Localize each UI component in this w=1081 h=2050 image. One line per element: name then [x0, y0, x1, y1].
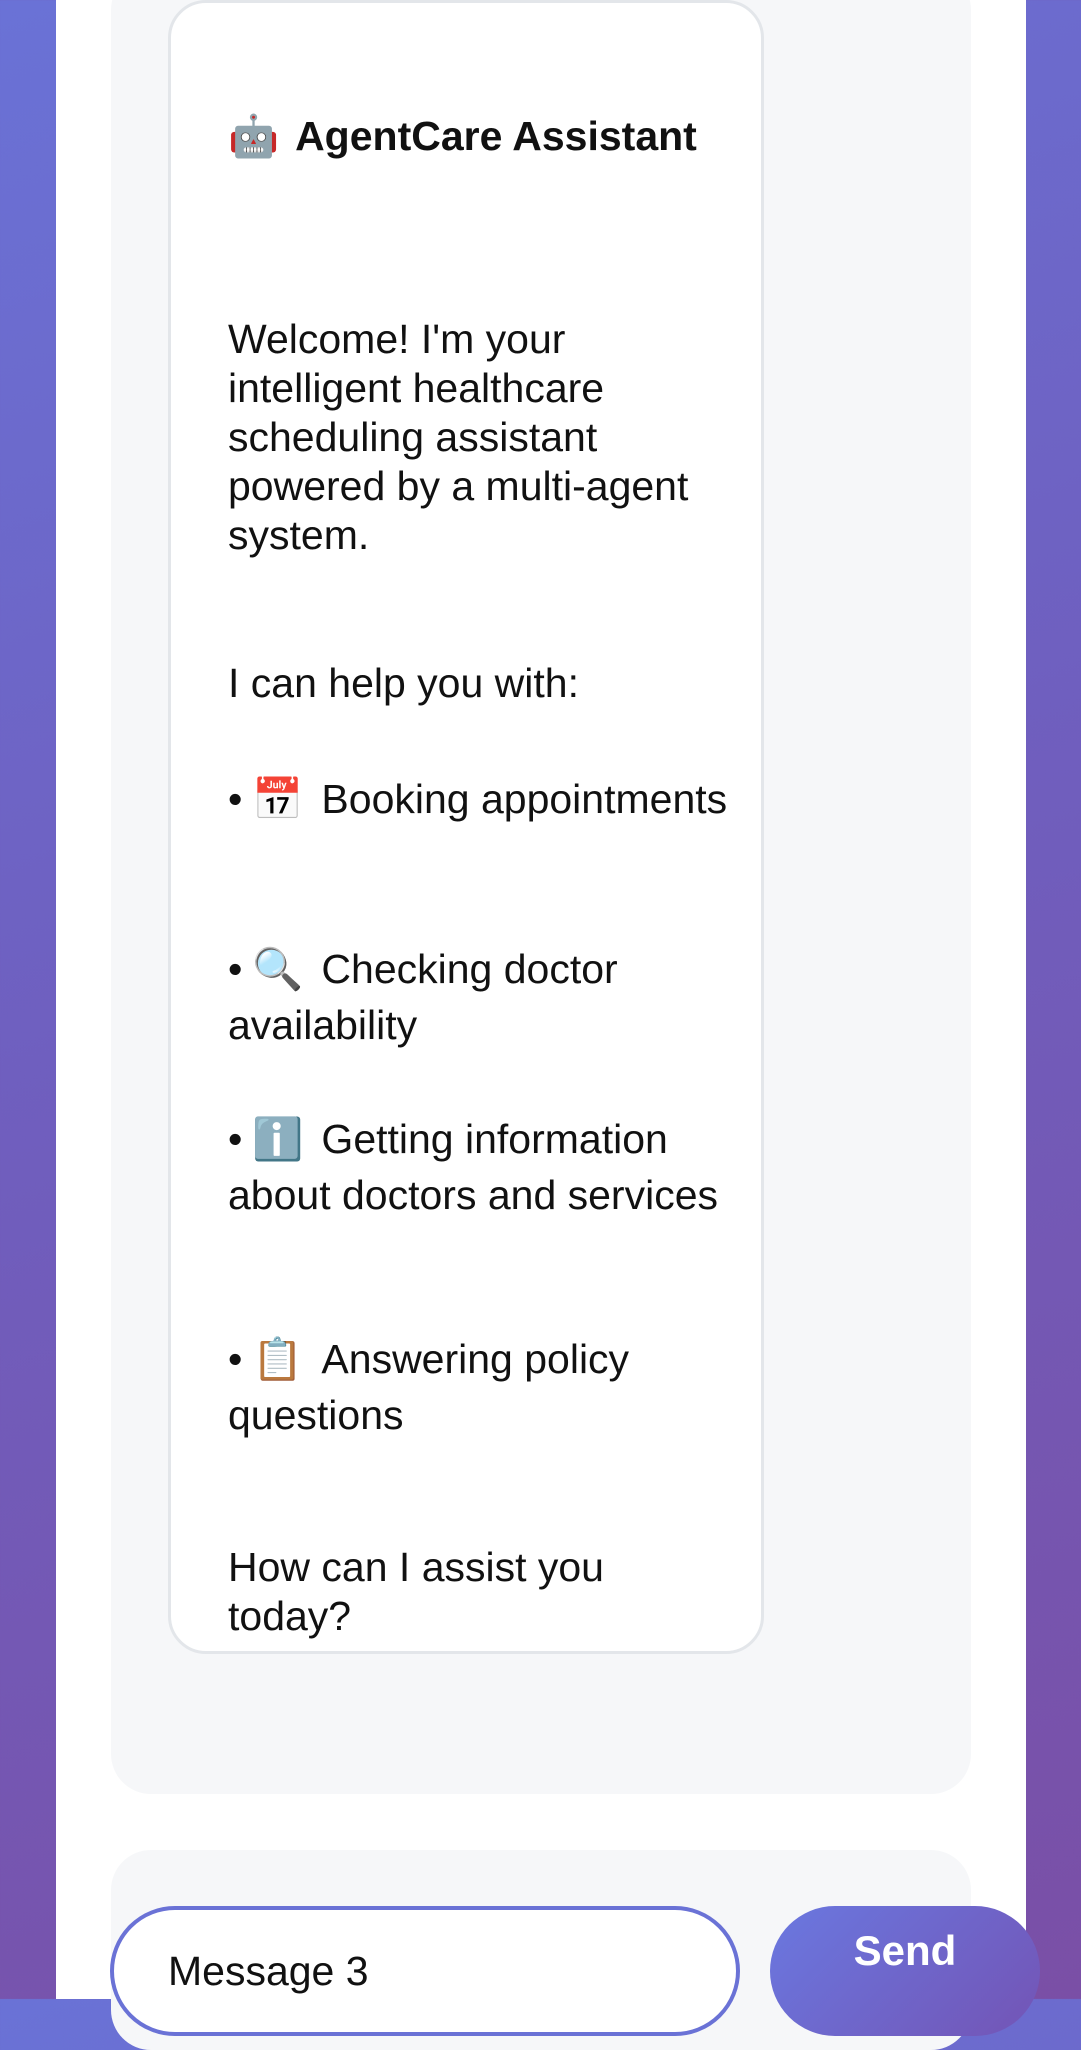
calendar-icon: 📅 [252, 776, 304, 822]
magnifier-icon: 🔍 [252, 946, 304, 992]
chat-container: 🤖 AgentCare Assistant Welcome! I'm your i… [56, 0, 1026, 2050]
help-intro-text: I can help you with: [228, 660, 579, 706]
capability-item-policy: • 📋 Answering policy questions [228, 1336, 630, 1438]
message-input[interactable] [110, 1906, 740, 2036]
clipboard-icon: 📋 [252, 1336, 304, 1382]
capability-label: Booking appointments [321, 776, 728, 822]
send-button[interactable]: Send [770, 1906, 1040, 2036]
chat-messages-area[interactable]: 🤖 AgentCare Assistant Welcome! I'm your i… [111, 0, 971, 1794]
robot-icon: 🤖 [228, 113, 280, 159]
info-icon: ℹ️ [252, 1116, 304, 1162]
capability-item-booking: • 📅 Booking appointments [228, 776, 728, 822]
assistant-title: 🤖 AgentCare Assistant [228, 108, 698, 164]
capability-item-availability: • 🔍 Checking doctor availability [228, 946, 618, 1048]
capability-item-information: • ℹ️ Getting information about doctors and… [228, 1116, 718, 1218]
closing-question: How can I assist you today? [228, 1544, 604, 1639]
assistant-message-bubble: 🤖 AgentCare Assistant Welcome! I'm your i… [168, 0, 764, 1654]
welcome-text: Welcome! I'm your intelligent healthcare… [228, 316, 689, 558]
assistant-name: AgentCare Assistant [295, 113, 697, 159]
